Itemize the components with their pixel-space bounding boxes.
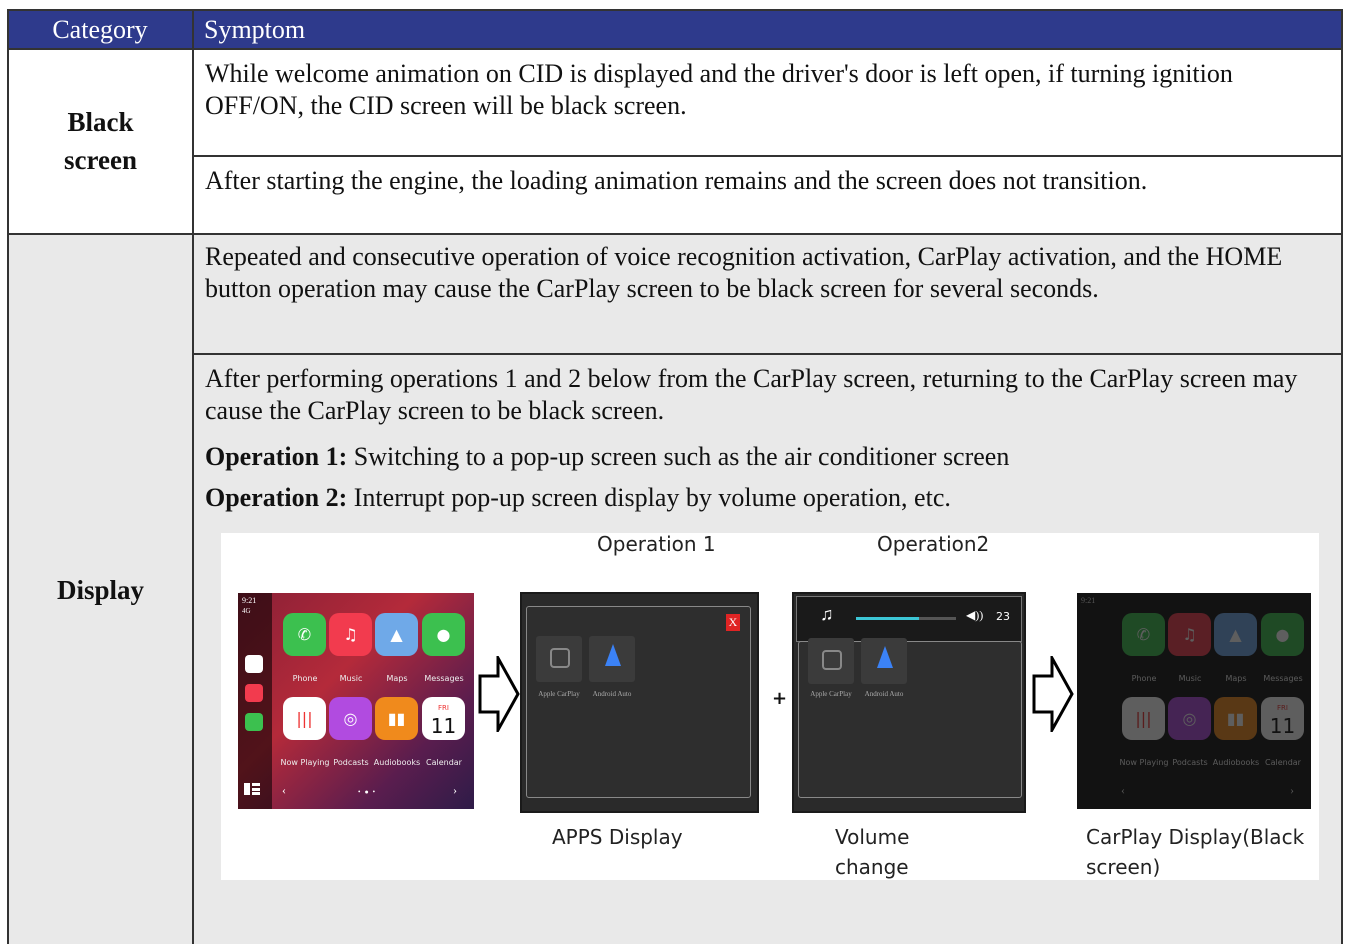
- music-note-icon: ♫: [820, 604, 834, 624]
- dim-calendar-day: FRI: [1277, 704, 1288, 712]
- dim-messages-icon: ●: [1261, 613, 1304, 656]
- border-row-1: [7, 233, 1343, 235]
- apps-display-screen: X Apple CarPlay Android Auto: [520, 592, 759, 813]
- android-auto-tile-2[interactable]: [861, 638, 907, 684]
- caption-volume-change: Volume change: [835, 825, 910, 879]
- operation-1-text: Switching to a pop-up screen such as the…: [347, 442, 1010, 471]
- dim-calendar-icon: FRI 11: [1261, 697, 1304, 740]
- category-display: Display: [56, 575, 145, 605]
- page-right-icon[interactable]: ›: [453, 783, 457, 798]
- arrow-right-icon: [478, 656, 520, 732]
- border-left: [7, 9, 9, 944]
- podcasts-icon[interactable]: ◎: [329, 697, 372, 740]
- border-right: [1341, 9, 1343, 944]
- carplay-app-icon-2: [822, 650, 842, 670]
- calendar-icon[interactable]: FRI 11: [422, 697, 465, 740]
- page-left-icon[interactable]: ‹: [282, 783, 286, 798]
- dim-audiobooks-icon: ▮▮: [1214, 697, 1257, 740]
- dashboard-icon[interactable]: [244, 783, 260, 795]
- figure-label-operation-1: Operation 1: [597, 532, 716, 556]
- phone-icon[interactable]: ✆: [283, 613, 326, 656]
- operation-1: Operation 1: Switching to a pop-up scree…: [195, 439, 1341, 473]
- volume-value: 23: [996, 610, 1010, 623]
- border-row-inner-2: [193, 353, 1343, 355]
- header-category: Category: [8, 11, 192, 48]
- symptom-black-screen-1: While welcome animation on CID is displa…: [205, 59, 1233, 120]
- page-dots: •●•: [358, 788, 380, 796]
- dock-music-icon[interactable]: [245, 684, 263, 702]
- volume-slider-fill: [856, 617, 919, 620]
- close-icon[interactable]: X: [726, 614, 740, 631]
- dim-now-playing-icon: |||: [1122, 697, 1165, 740]
- operation-2-text: Interrupt pop-up screen display by volum…: [347, 483, 951, 512]
- operation-2-label: Operation 2:: [205, 483, 348, 512]
- plus-sign: +: [772, 688, 788, 709]
- status-signal: 4G: [242, 607, 251, 615]
- speaker-icon: ◀)): [966, 608, 984, 622]
- volume-change-screen: ♫ ◀)) 23 Apple CarPlay Android Auto: [792, 592, 1026, 813]
- operation-2: Operation 2: Interrupt pop-up screen dis…: [195, 480, 1341, 514]
- calendar-date: 11: [430, 714, 457, 738]
- border-mid: [192, 9, 194, 944]
- border-row-inner-1: [193, 155, 1343, 157]
- dim-app-label: Messages: [1263, 674, 1303, 683]
- caption-carplay-black: CarPlay Display(Black screen): [1086, 825, 1305, 879]
- calendar-day: FRI: [438, 704, 449, 712]
- dim-phone-icon: ✆: [1122, 613, 1165, 656]
- apps-panel: [526, 606, 751, 798]
- android-auto-icon: [605, 644, 621, 666]
- arrow-right-icon-2: [1032, 656, 1074, 732]
- status-time: 9:21: [242, 596, 257, 605]
- app-label: Calendar: [426, 758, 462, 767]
- dim-maps-icon: ▲: [1214, 613, 1257, 656]
- volume-slider[interactable]: [856, 617, 956, 620]
- android-auto-icon-2: [877, 646, 893, 668]
- apple-carplay-tile-2[interactable]: [808, 638, 854, 684]
- border-header: [7, 48, 1343, 50]
- audiobooks-icon[interactable]: ▮▮: [375, 697, 418, 740]
- page-right-icon-dark: ›: [1290, 783, 1294, 797]
- status-time-dark: 9:21: [1081, 596, 1096, 605]
- dock-maps-icon[interactable]: [245, 655, 263, 673]
- border-top: [7, 9, 1343, 11]
- android-auto-label: Android Auto: [592, 690, 632, 698]
- apple-carplay-label: Apple CarPlay: [538, 690, 580, 698]
- messages-icon[interactable]: ●: [422, 613, 465, 656]
- apple-carplay-label-2: Apple CarPlay: [810, 690, 852, 698]
- caption-apps-display: APPS Display: [552, 825, 683, 849]
- symptom-display-1: Repeated and consecutive operation of vo…: [205, 242, 1283, 303]
- dim-podcasts-icon: ◎: [1168, 697, 1211, 740]
- app-label: Messages: [424, 674, 464, 683]
- carplay-home-screen: 9:21 4G ✆ Phone ♫ Music ▲ Maps ● Messages ||| Now…: [238, 593, 474, 809]
- symptom-black-screen-2: After starting the engine, the loading a…: [205, 166, 1148, 195]
- carplay-black-screen: ✆ Phone ♫ Music ▲ Maps ● Messages ||| Now Playing…: [1077, 593, 1311, 809]
- apple-carplay-tile[interactable]: [536, 636, 582, 682]
- now-playing-icon[interactable]: |||: [283, 697, 326, 740]
- dim-app-label: Calendar: [1265, 758, 1301, 767]
- dim-music-icon: ♫: [1168, 613, 1211, 656]
- music-icon[interactable]: ♫: [329, 613, 372, 656]
- android-auto-tile[interactable]: [589, 636, 635, 682]
- category-black-screen: Black screen: [64, 106, 137, 175]
- figure-label-operation-2: Operation2: [877, 532, 990, 556]
- carplay-app-icon: [550, 648, 570, 668]
- symptom-display-2: After performing operations 1 and 2 belo…: [205, 364, 1298, 425]
- dock-phone-icon[interactable]: [245, 713, 263, 731]
- page-left-icon-dark: ‹: [1121, 783, 1125, 797]
- maps-icon[interactable]: ▲: [375, 613, 418, 656]
- dim-calendar-date: 11: [1269, 714, 1296, 738]
- header-symptom: Symptom: [194, 11, 1341, 48]
- operation-1-label: Operation 1:: [205, 442, 348, 471]
- android-auto-label-2: Android Auto: [864, 690, 904, 698]
